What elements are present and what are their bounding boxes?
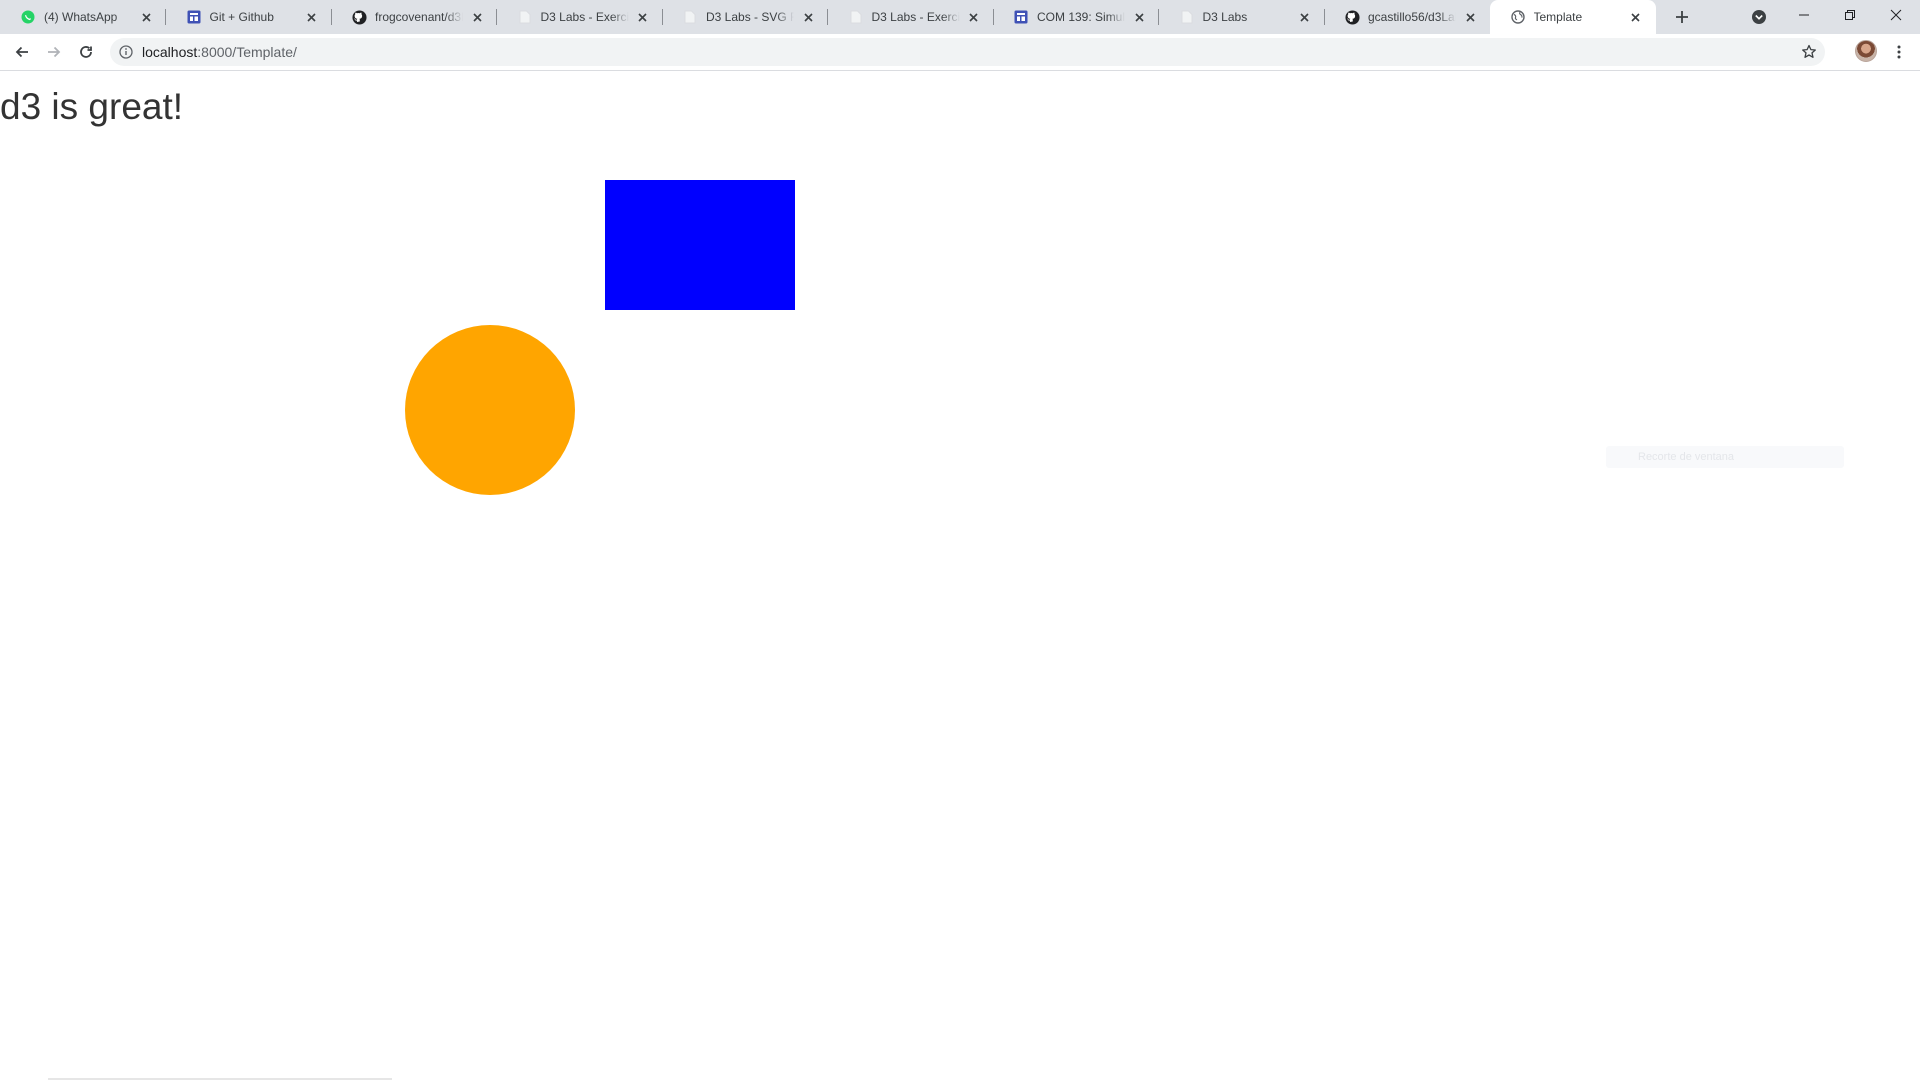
tab-close-icon[interactable] <box>800 9 816 25</box>
minimize-icon <box>1799 14 1809 16</box>
docs-icon <box>1013 9 1029 25</box>
blue-rectangle <box>605 180 795 310</box>
minimize-button[interactable] <box>1781 0 1827 30</box>
globe-icon <box>1510 9 1526 25</box>
back-button[interactable] <box>8 38 36 66</box>
address-host: localhost <box>142 44 198 60</box>
tab-close-icon[interactable] <box>304 9 320 25</box>
docs-icon <box>186 9 202 25</box>
reload-button[interactable] <box>72 38 100 66</box>
new-tab-button[interactable] <box>1670 5 1694 29</box>
snip-overlay: Recorte de ventana <box>1606 446 1844 468</box>
tab-title: frogcovenant/d3La <box>375 10 463 24</box>
tab-title: COM 139: Simulati <box>1037 10 1125 24</box>
restore-button[interactable] <box>1827 0 1873 30</box>
browser-menu-button[interactable] <box>1888 40 1910 64</box>
tab-close-icon[interactable] <box>469 9 485 25</box>
tab-close-icon[interactable] <box>1628 9 1644 25</box>
tab-5[interactable]: D3 Labs - Exercise <box>828 0 994 34</box>
tab-8[interactable]: gcastillo56/d3Lab <box>1324 0 1490 34</box>
orange-circle <box>405 325 575 495</box>
tab-close-icon[interactable] <box>1297 9 1313 25</box>
plus-icon <box>1676 11 1688 23</box>
tab-1[interactable]: Git + Github <box>166 0 332 34</box>
reload-icon <box>80 46 92 58</box>
profile-avatar[interactable] <box>1855 40 1877 62</box>
d3-svg-canvas <box>405 180 795 495</box>
more-vertical-icon <box>1897 45 1901 59</box>
tab-strip: (4) WhatsApp Git + Github frogcovenant/d3L… <box>0 0 1920 34</box>
tab-title: D3 Labs - SVG Fun <box>706 10 794 24</box>
browser-toolbar: localhost:8000/Template/ <box>0 34 1920 71</box>
page-content: d3 is great! Recorte de ventana <box>0 71 1920 1080</box>
tab-close-icon[interactable] <box>1131 9 1147 25</box>
page-icon <box>682 9 698 25</box>
tab-title: D3 Labs - Exercise <box>540 10 629 24</box>
page-icon <box>1179 9 1195 25</box>
tab-title: D3 Labs - Exercise <box>871 10 960 24</box>
arrow-left-icon <box>15 46 28 58</box>
address-path: :8000/Template/ <box>197 44 297 60</box>
tab-9[interactable]: Template <box>1489 0 1656 34</box>
page-icon <box>517 9 533 25</box>
whatsapp-icon <box>20 9 36 25</box>
tab-3[interactable]: D3 Labs - Exercise <box>497 0 663 34</box>
close-window-button[interactable] <box>1873 0 1919 30</box>
tab-close-icon[interactable] <box>966 9 982 25</box>
address-bar[interactable]: localhost:8000/Template/ <box>110 38 1825 66</box>
info-icon[interactable] <box>118 44 134 60</box>
tab-2[interactable]: frogcovenant/d3La <box>331 0 497 34</box>
github-icon <box>1344 9 1360 25</box>
arrow-right-icon <box>48 46 61 58</box>
chevron-down-circle-icon <box>1752 10 1766 24</box>
restore-icon <box>1845 10 1855 20</box>
bookmark-star-icon[interactable] <box>1801 44 1817 60</box>
github-icon <box>351 9 367 25</box>
tab-7[interactable]: D3 Labs <box>1159 0 1325 34</box>
tab-6[interactable]: COM 139: Simulati <box>993 0 1159 34</box>
tab-title: (4) WhatsApp <box>44 10 118 24</box>
tab-title: Git + Github <box>209 10 274 24</box>
tab-search-button[interactable] <box>1748 6 1770 28</box>
tab-title: Template <box>1533 10 1583 24</box>
tab-close-icon[interactable] <box>635 9 651 25</box>
tab-title: D3 Labs <box>1202 10 1248 24</box>
page-icon <box>848 9 864 25</box>
tab-4[interactable]: D3 Labs - SVG Fun <box>662 0 828 34</box>
close-icon <box>1890 9 1902 21</box>
browser-window: (4) WhatsApp Git + Github frogcovenant/d3L… <box>0 0 1920 1080</box>
tab-title: gcastillo56/d3Lab <box>1368 10 1456 24</box>
tab-close-icon[interactable] <box>1462 9 1478 25</box>
tab-close-icon[interactable] <box>138 9 154 25</box>
tab-0[interactable]: (4) WhatsApp <box>0 0 166 34</box>
forward-button[interactable] <box>40 38 68 66</box>
